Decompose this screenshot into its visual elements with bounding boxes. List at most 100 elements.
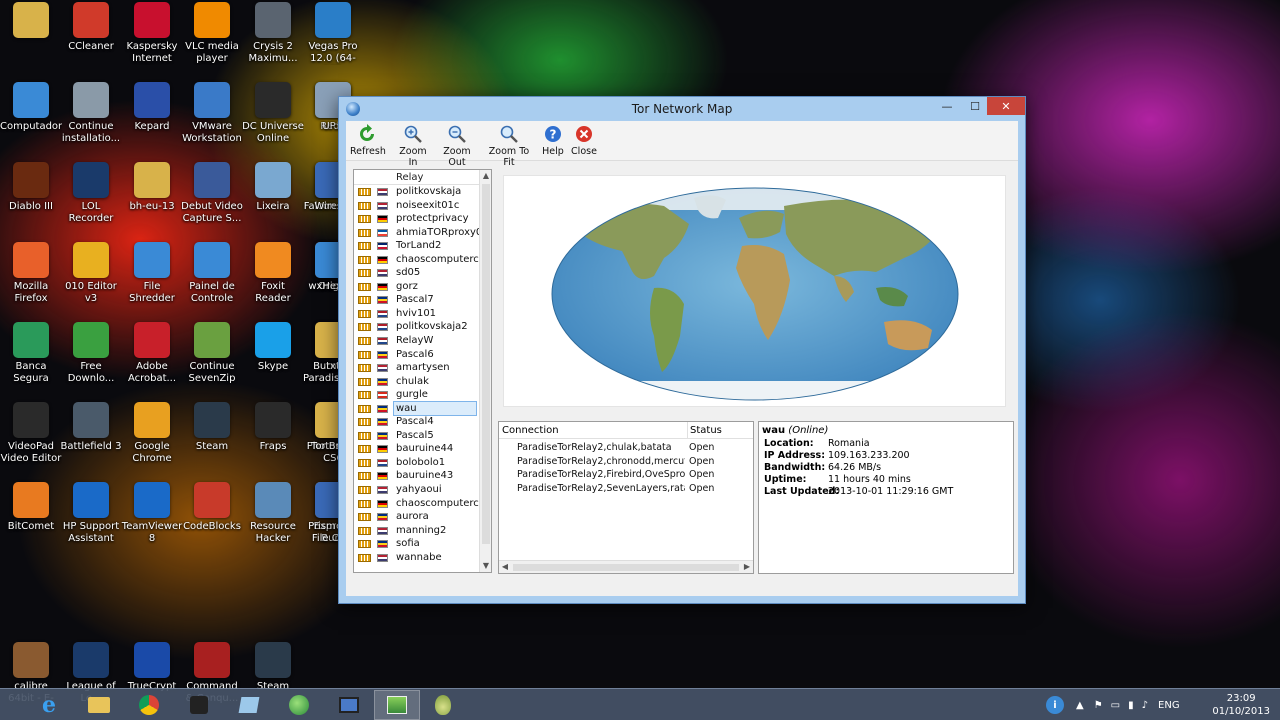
relay-item[interactable]: wannabe: [354, 551, 491, 565]
info-icon[interactable]: i: [1046, 696, 1064, 714]
taskbar-tor-map-button[interactable]: [374, 690, 420, 720]
connections-scrollbar[interactable]: ◀ ▶: [499, 560, 753, 573]
taskbar-app-button[interactable]: [176, 690, 222, 720]
minimize-button[interactable]: —: [933, 97, 961, 115]
relay-item[interactable]: gorz: [354, 280, 491, 294]
network-signal-icon[interactable]: ▮: [1128, 700, 1134, 711]
desktop-icon-010-editor-v3[interactable]: 010 Editor v3: [60, 242, 122, 305]
desktop-icon-bh-eu-13[interactable]: bh-eu-13: [121, 162, 183, 213]
relay-item[interactable]: politkovskaja2: [354, 320, 491, 334]
taskbar-chrome-button[interactable]: [126, 690, 172, 720]
scrollbar-thumb[interactable]: [513, 564, 739, 571]
taskbar-app2-button[interactable]: [226, 690, 272, 720]
desktop-icon-folder[interactable]: [0, 2, 62, 41]
relay-item[interactable]: TorLand2: [354, 239, 491, 253]
scroll-down-icon[interactable]: ▼: [480, 560, 491, 572]
show-hidden-icons-icon[interactable]: ▲: [1076, 700, 1084, 711]
desktop-icon-computador[interactable]: Computador: [0, 82, 62, 133]
desktop-icon-fraps[interactable]: Fraps: [242, 402, 304, 453]
relay-item[interactable]: bauruine44: [354, 442, 491, 456]
relay-list[interactable]: Relay politkovskaja noiseexit01c protectpr…: [353, 169, 492, 573]
relay-item[interactable]: yahyaoui: [354, 483, 491, 497]
relay-item[interactable]: gurgle: [354, 388, 491, 402]
relay-item[interactable]: ahmiaTORproxy01: [354, 226, 491, 240]
relay-item[interactable]: chulak: [354, 375, 491, 389]
taskbar-globe-button[interactable]: [276, 690, 322, 720]
relay-list-scrollbar[interactable]: ▲ ▼: [479, 170, 491, 572]
refresh-button[interactable]: Refresh: [350, 124, 386, 157]
relay-item[interactable]: Pascal5: [354, 429, 491, 443]
relay-item[interactable]: sofia: [354, 537, 491, 551]
desktop-icon-banca-segura[interactable]: Banca Segura: [0, 322, 62, 385]
relay-item[interactable]: RelayW: [354, 334, 491, 348]
desktop-icon-painel-de-controle[interactable]: Painel de Controle: [181, 242, 243, 305]
relay-item[interactable]: politkovskaja: [354, 185, 491, 199]
relay-item[interactable]: chaoscomputerc...: [354, 497, 491, 511]
relay-item[interactable]: manning2: [354, 524, 491, 538]
desktop-icon-foxit-reader[interactable]: Foxit Reader: [242, 242, 304, 305]
maximize-button[interactable]: ☐: [961, 97, 989, 115]
desktop-icon-truecrypt[interactable]: TrueCrypt: [121, 642, 183, 693]
desktop-icon-crysis-2-maximu[interactable]: Crysis 2 Maximu...: [242, 2, 304, 65]
scrollbar-thumb[interactable]: [482, 184, 490, 544]
scroll-left-icon[interactable]: ◀: [499, 561, 511, 573]
relay-column-header[interactable]: Relay: [354, 170, 491, 185]
scroll-right-icon[interactable]: ▶: [741, 561, 753, 573]
connection-row[interactable]: ParadiseTorRelay2,chulak,batata Open: [499, 441, 753, 455]
taskbar-film-button[interactable]: [326, 690, 372, 720]
status-column-header[interactable]: Status: [687, 422, 722, 439]
relay-item[interactable]: aurora: [354, 510, 491, 524]
monitor-icon[interactable]: ▭: [1111, 700, 1120, 711]
desktop-icon-google-chrome[interactable]: Google Chrome: [121, 402, 183, 465]
desktop-icon-steam[interactable]: Steam: [181, 402, 243, 453]
desktop-icon-vegas-pro-12-0-64-bit[interactable]: Vegas Pro 12.0 (64-bit): [302, 2, 364, 65]
relay-item[interactable]: hviv101: [354, 307, 491, 321]
relay-item[interactable]: protectprivacy: [354, 212, 491, 226]
desktop-icon-codeblocks[interactable]: CodeBlocks: [181, 482, 243, 533]
connection-row[interactable]: ParadiseTorRelay2,Firebird,OveSprogo... O…: [499, 468, 753, 482]
taskbar-explorer-button[interactable]: [76, 690, 122, 720]
desktop-icon-continue-sevenzip[interactable]: Continue SevenZip: [181, 322, 243, 385]
world-map[interactable]: [504, 176, 1006, 407]
relay-item[interactable]: Pascal7: [354, 293, 491, 307]
desktop-icon-continue-installatio[interactable]: Continue installatio...: [60, 82, 122, 145]
connection-row[interactable]: ParadiseTorRelay2,SevenLayers,ratatosk Op…: [499, 482, 753, 496]
desktop-icon-lixeira[interactable]: Lixeira: [242, 162, 304, 213]
desktop-icon-kepard[interactable]: Kepard: [121, 82, 183, 133]
relay-item[interactable]: Pascal6: [354, 348, 491, 362]
relay-item[interactable]: sd05: [354, 266, 491, 280]
close-button[interactable]: Close: [570, 124, 598, 157]
close-window-button[interactable]: ✕: [987, 97, 1025, 115]
desktop-icon-vmware-workstation[interactable]: VMware Workstation: [181, 82, 243, 145]
clock[interactable]: 23:09 01/10/2013: [1212, 692, 1270, 718]
desktop-icon-skype[interactable]: Skype: [242, 322, 304, 373]
desktop-icon-dc-universe-online[interactable]: DC Universe Online: [242, 82, 304, 145]
desktop-icon-battlefield-3[interactable]: Battlefield 3: [60, 402, 122, 453]
zoom-in-button[interactable]: Zoom In: [394, 124, 432, 168]
desktop-icon-hp-support-assistant[interactable]: HP Support Assistant: [60, 482, 122, 545]
flag-icon[interactable]: ⚑: [1094, 700, 1103, 711]
desktop-icon-free-downlo[interactable]: Free Downlo...: [60, 322, 122, 385]
desktop-icon-bitcomet[interactable]: BitComet: [0, 482, 62, 533]
desktop-icon-adobe-acrobat[interactable]: Adobe Acrobat...: [121, 322, 183, 385]
relay-item[interactable]: wau: [354, 400, 491, 417]
scroll-up-icon[interactable]: ▲: [480, 170, 491, 182]
zoom-to-fit-button[interactable]: Zoom To Fit: [484, 124, 534, 168]
desktop-icon-vlc-media-player[interactable]: VLC media player: [181, 2, 243, 65]
desktop-icon-kaspersky-internet-se[interactable]: Kaspersky Internet Se...: [121, 2, 183, 65]
taskbar-ie-button[interactable]: e: [26, 690, 72, 720]
desktop-icon-diablo-iii[interactable]: Diablo III: [0, 162, 62, 213]
title-bar[interactable]: Tor Network Map — ☐ ✕: [339, 97, 1025, 121]
desktop-icon-file-shredder[interactable]: File Shredder: [121, 242, 183, 305]
desktop-icon-mozilla-firefox[interactable]: Mozilla Firefox: [0, 242, 62, 305]
taskbar-tor-button[interactable]: [420, 690, 466, 720]
relay-item[interactable]: Pascal4: [354, 415, 491, 429]
desktop-icon-videopad-video-editor[interactable]: VideoPad Video Editor: [0, 402, 62, 465]
volume-icon[interactable]: ♪: [1142, 700, 1148, 711]
connection-column-header[interactable]: Connection: [502, 422, 559, 439]
language-indicator[interactable]: ENG: [1158, 700, 1180, 711]
desktop-icon-teamviewer-8[interactable]: TeamViewer 8: [121, 482, 183, 545]
relay-item[interactable]: bolobolo1: [354, 456, 491, 470]
zoom-out-button[interactable]: Zoom Out: [436, 124, 478, 168]
help-button[interactable]: ? Help: [540, 124, 566, 157]
